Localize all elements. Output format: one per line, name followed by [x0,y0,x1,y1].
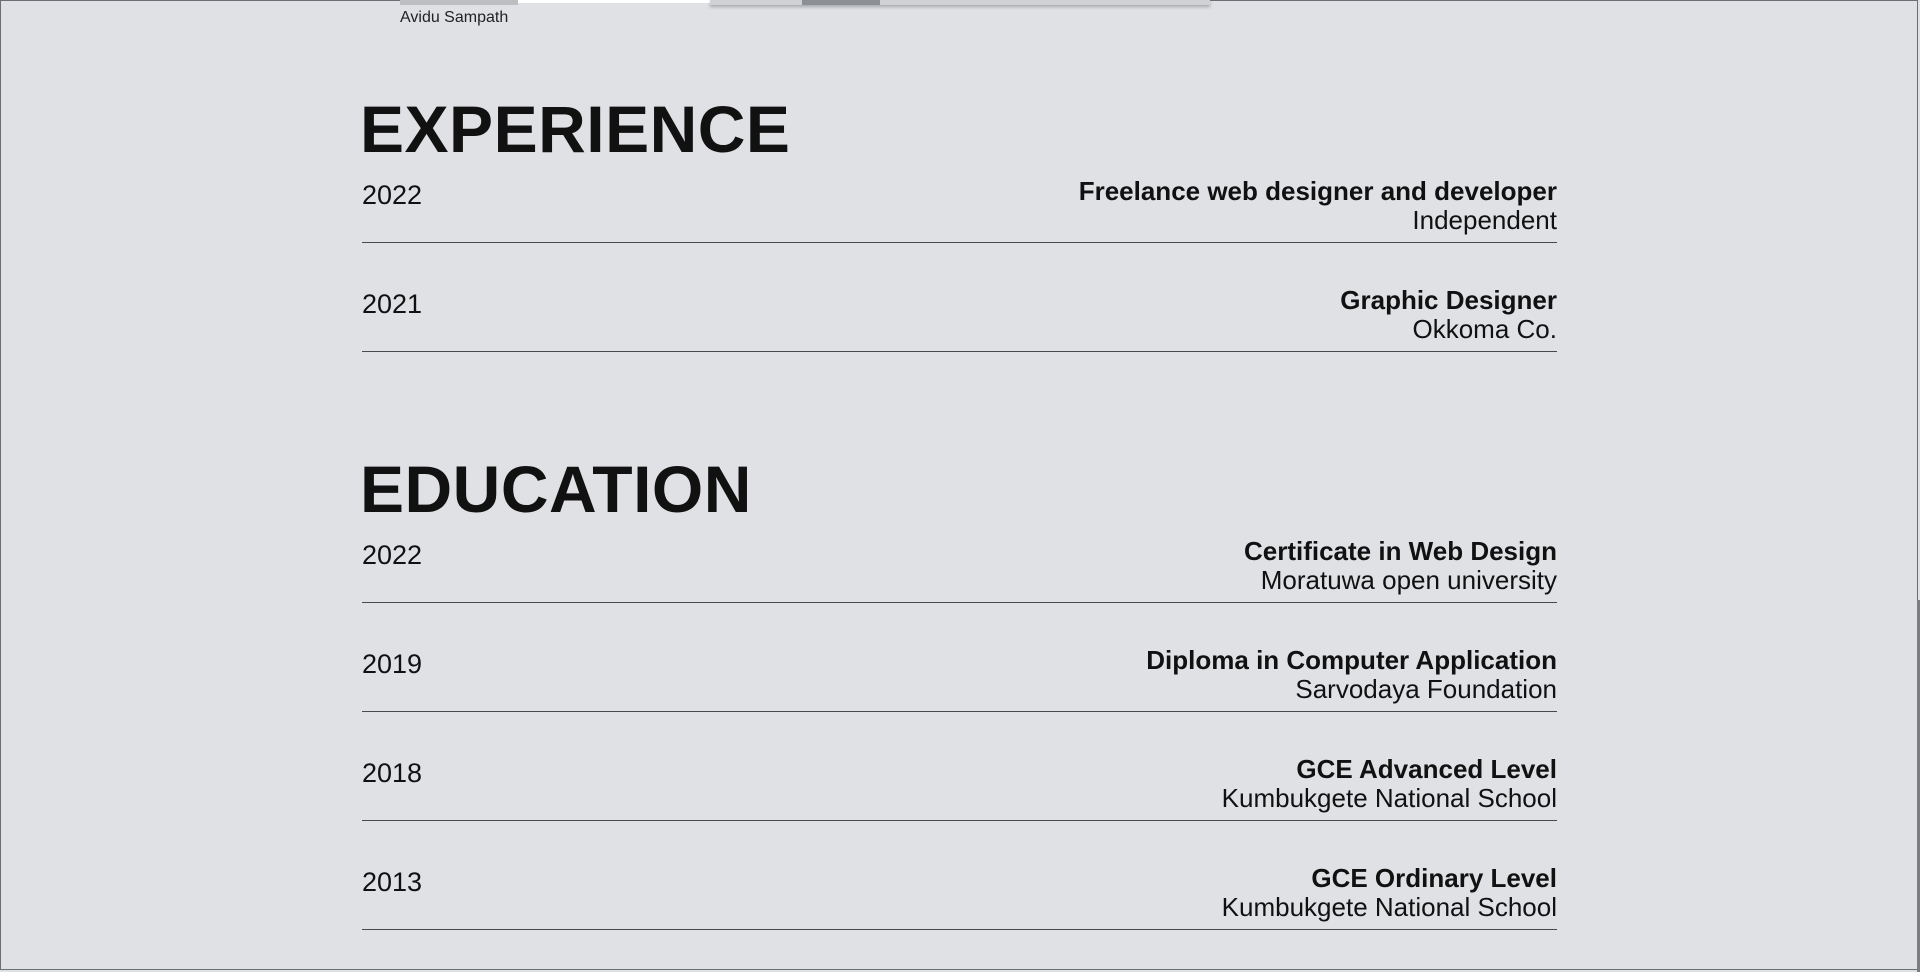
entry-organization: Sarvodaya Foundation [1295,674,1557,704]
entry-role: Graphic Designer [1340,285,1557,315]
entry-organization: Moratuwa open university [1260,565,1557,595]
strip-thumb-segment [400,0,518,5]
entry-role: Freelance web designer and developer [1078,176,1557,206]
entry-year: 2022 [362,180,423,210]
entry-organization: Okkoma Co. [1412,314,1558,344]
education-entry: 2013 GCE Ordinary Level Kumbukgete Natio… [362,863,1557,930]
entry-role: GCE Advanced Level [1296,754,1557,784]
entry-organization: Independent [1412,205,1557,235]
entry-organization: Kumbukgete National School [1221,892,1557,922]
entry-organization: Kumbukgete National School [1221,783,1557,813]
experience-entry: 2022 Freelance web designer and develope… [362,176,1557,243]
entry-year: 2018 [362,758,423,788]
entry-year: 2019 [362,649,423,679]
entry-year: 2021 [362,289,423,319]
strip-dark-segment [802,0,880,5]
strip-gray-segment [710,0,1210,5]
viewport-frame [0,0,1918,970]
entry-year: 2013 [362,867,423,897]
entry-role: Certificate in Web Design [1243,536,1557,566]
experience-heading: EXPERIENCE [360,92,791,166]
entry-role: GCE Ordinary Level [1311,863,1557,893]
top-image-strip [400,0,1210,5]
education-entry: 2018 GCE Advanced Level Kumbukgete Natio… [362,754,1557,821]
education-entry: 2022 Certificate in Web Design Moratuwa … [362,536,1557,603]
author-caption: Avidu Sampath [400,9,509,26]
entry-role: Diploma in Computer Application [1146,645,1557,675]
experience-entry: 2021 Graphic Designer Okkoma Co. [362,285,1557,352]
education-entry: 2019 Diploma in Computer Application Sar… [362,645,1557,712]
education-heading: EDUCATION [360,452,752,526]
entry-year: 2022 [362,540,423,570]
